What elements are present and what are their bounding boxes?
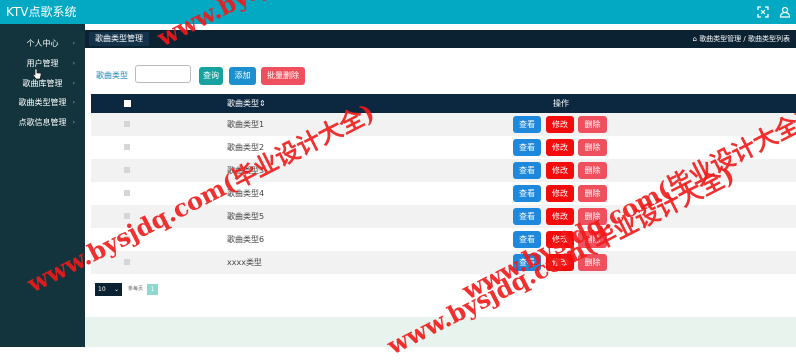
sidebar-item-song-request[interactable]: 点歌信息管理 › — [0, 114, 85, 132]
sidebar-item-song-type[interactable]: 歌曲类型管理 › — [0, 94, 85, 112]
table-header: 歌曲类型⇕ 操作 — [91, 94, 796, 113]
table-row: 歌曲类型1 查看 修改 删除 — [91, 113, 796, 136]
view-button[interactable]: 查看 — [513, 139, 541, 156]
song-type-cell: 歌曲类型5 — [227, 212, 265, 221]
add-button[interactable]: 添加 — [229, 67, 256, 85]
expand-icon[interactable] — [757, 6, 769, 18]
sidebar-item-song-library[interactable]: 歌曲库管理 › — [0, 75, 85, 93]
select-all-checkbox[interactable] — [124, 100, 131, 107]
edit-button[interactable]: 修改 — [546, 116, 574, 133]
chevron-right-icon: › — [72, 80, 75, 87]
hand-cursor-icon — [32, 68, 42, 80]
view-button[interactable]: 查看 — [513, 185, 541, 202]
home-icon[interactable]: ⌂ — [693, 35, 697, 43]
table-row: 歌曲类型6 查看 修改 删除 — [91, 228, 796, 251]
breadcrumb: ⌂ 歌曲类型管理 / 歌曲类型列表 — [693, 30, 791, 48]
page-size-value: 10 — [98, 286, 106, 293]
song-type-cell: 歌曲类型6 — [227, 235, 265, 244]
sidebar-item-label: 点歌信息管理 — [18, 118, 67, 127]
sidebar-item-label: 歌曲类型管理 — [18, 98, 67, 107]
delete-button[interactable]: 删除 — [578, 162, 607, 179]
chevron-right-icon: › — [72, 99, 75, 106]
user-icon[interactable] — [779, 6, 791, 18]
delete-button[interactable]: 删除 — [578, 116, 607, 133]
table-row: xxxx类型 查看 修改 删除 — [91, 251, 796, 274]
chevron-right-icon: › — [72, 60, 75, 67]
search-label: 歌曲类型 — [96, 71, 128, 80]
column-header-actions: 操作 — [553, 99, 569, 108]
page-number-button[interactable]: 1 — [147, 284, 158, 295]
song-type-cell: 歌曲类型1 — [227, 120, 265, 129]
column-header-song-type[interactable]: 歌曲类型⇕ — [227, 94, 266, 113]
sidebar-item-label: 歌曲库管理 — [22, 79, 63, 88]
row-checkbox[interactable] — [124, 144, 130, 150]
chevron-right-icon: › — [72, 40, 75, 47]
song-type-cell: xxxx类型 — [227, 258, 262, 267]
row-checkbox[interactable] — [124, 259, 130, 265]
edit-button[interactable]: 修改 — [546, 185, 574, 202]
sidebar-item-label: 用户管理 — [26, 59, 59, 68]
per-page-label: 条每页 — [128, 286, 144, 292]
edit-button[interactable]: 修改 — [546, 139, 574, 156]
top-bar: KTV点歌系统 — [0, 0, 796, 24]
edit-button[interactable]: 修改 — [546, 162, 574, 179]
row-checkbox[interactable] — [124, 167, 130, 173]
sidebar-item-label: 个人中心 — [26, 39, 59, 48]
page-size-select[interactable]: 10 ⌄ — [95, 283, 122, 296]
tab-song-type-management[interactable]: 歌曲类型管理 — [89, 32, 149, 46]
song-type-search-input[interactable] — [135, 65, 191, 83]
chevron-down-icon: ⌄ — [113, 286, 119, 293]
delete-button[interactable]: 删除 — [578, 139, 607, 156]
column-header-label: 歌曲类型 — [227, 99, 259, 108]
view-button[interactable]: 查看 — [513, 116, 541, 133]
row-checkbox[interactable] — [124, 121, 130, 127]
view-button[interactable]: 查看 — [513, 208, 541, 225]
chevron-right-icon: › — [72, 119, 75, 126]
row-checkbox[interactable] — [124, 190, 130, 196]
sort-icon[interactable]: ⇕ — [259, 99, 266, 108]
breadcrumb-text: 歌曲类型管理 / 歌曲类型列表 — [699, 35, 790, 43]
app-title: KTV点歌系统 — [6, 5, 77, 19]
sidebar-item-user-management[interactable]: 用户管理 › — [0, 55, 85, 73]
batch-delete-button[interactable]: 批量删除 — [261, 67, 305, 85]
sidebar-item-personal-center[interactable]: 个人中心 › — [0, 35, 85, 53]
query-button[interactable]: 查询 — [199, 67, 223, 85]
view-button[interactable]: 查看 — [513, 162, 541, 179]
